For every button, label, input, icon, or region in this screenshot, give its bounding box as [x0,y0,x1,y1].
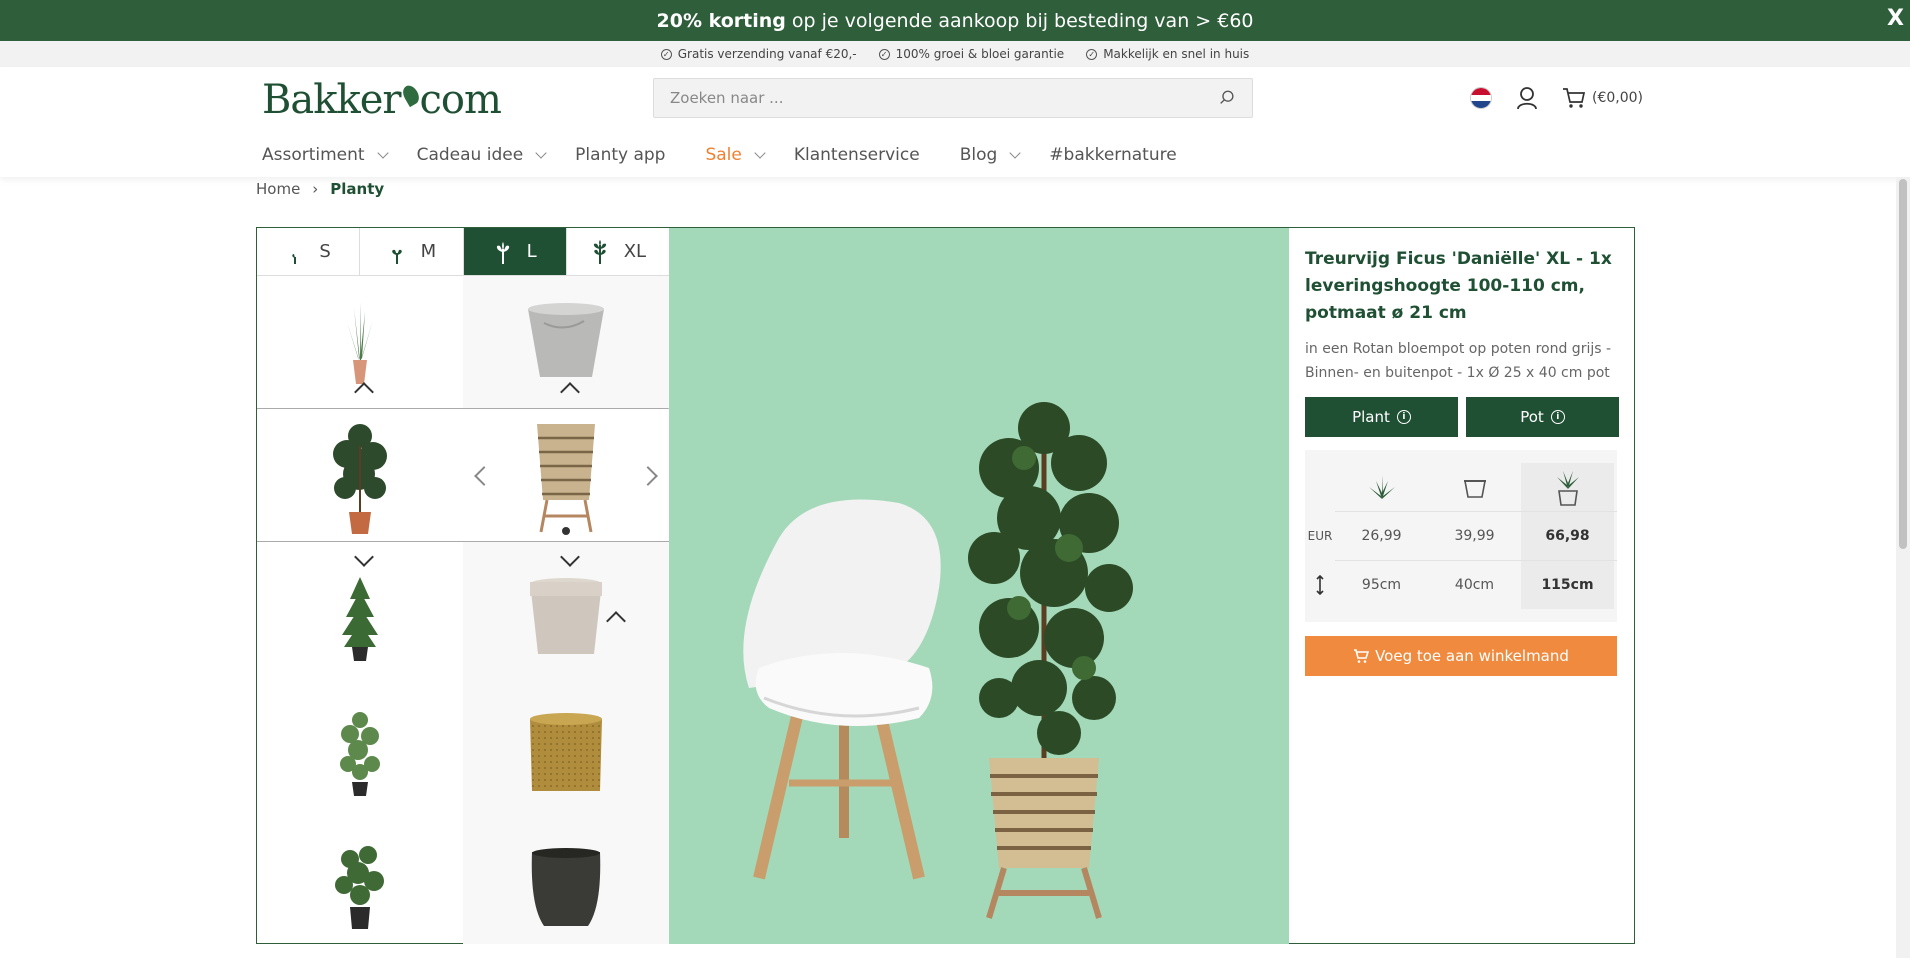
hero-product-image [669,228,1289,944]
size-tabs: S M L XL [257,228,669,276]
cart-total: (€0,00) [1592,90,1644,106]
check-icon: ✓ [1086,48,1098,60]
promo-text: 20% korting op je volgende aankoop bij b… [657,10,1254,32]
plant-thumbnail[interactable] [257,563,463,673]
cart-icon [1563,88,1586,108]
nav-item-assortiment[interactable]: Assortiment [262,145,389,165]
usp-bar: ✓ Gratis verzending vanaf €20,- ✓ 100% gro… [0,41,1910,67]
search-input[interactable] [670,89,1218,107]
size-tab-s[interactable]: S [257,228,361,275]
plant-pot-buttons: Plant i Pot i [1305,397,1619,437]
height-row: 95cm 40cm 115cm [1305,561,1617,609]
pot-height: 40cm [1454,577,1495,593]
close-promo-button[interactable]: X [1887,6,1904,31]
logo-text: Bakker [262,77,402,123]
site-header: Bakker com (€0,00) Assortiment Cadeau ide… [0,67,1910,177]
pot-thumbnail[interactable] [463,698,669,808]
cart-add-icon [1354,649,1370,663]
pot-price: 39,99 [1454,528,1495,544]
usp-item: ✓ 100% groei & bloei garantie [878,47,1065,61]
selected-combination-row [257,408,669,542]
pot-thumbnail[interactable] [463,563,669,673]
logo[interactable]: Bakker com [262,77,502,123]
plant-price: 26,99 [1361,528,1402,544]
price-table-header [1305,463,1617,511]
pot-icon [1428,463,1521,511]
info-icon: i [1396,410,1411,424]
breadcrumb: Home › Planty [256,180,384,198]
sprout-icon [593,239,606,264]
product-info-panel: Treurvijg Ficus 'Daniëlle' XL - 1x lever… [1289,228,1635,944]
total-price: 66,98 [1521,512,1614,560]
chevron-down-icon [1009,146,1021,159]
planty-configurator: S M L XL Treurvijg Ficus 'Daniëlle' XL -… [256,227,1635,944]
nav-item-planty-app[interactable]: Planty app [575,145,665,165]
check-icon: ✓ [878,48,890,60]
carousel-dot-active[interactable] [562,527,570,535]
add-to-cart-button[interactable]: Voeg toe aan winkelmand [1305,636,1617,676]
promo-highlight: 20% korting [656,9,786,32]
usp-label: 100% groei & bloei garantie [895,47,1065,61]
chevron-down-icon [535,146,547,159]
chevron-down-icon [376,146,389,159]
sprout-icon [496,241,509,264]
promo-rest: op je volgende aankoop bij besteding van… [785,9,1254,32]
sprout-icon [292,253,297,264]
height-arrow-icon [1305,561,1335,609]
nav-item-klantenservice[interactable]: Klantenservice [794,145,920,165]
plant-icon [1335,463,1428,511]
usp-label: Gratis verzending vanaf €20,- [677,47,857,61]
search-icon[interactable] [1218,89,1236,107]
plant-in-pot-icon [1521,463,1614,511]
size-tab-m[interactable]: M [360,228,464,275]
pot-thumbnail[interactable] [463,298,669,388]
usp-item: ✓ Gratis verzending vanaf €20,- [660,47,857,61]
breadcrumb-separator-icon: › [312,180,319,198]
size-tab-xl[interactable]: XL [567,228,669,275]
plant-thumbnail[interactable] [257,833,463,943]
logo-text: com [419,77,502,123]
chair-and-plant-illustration [743,402,1133,919]
product-description: in een Rotan bloempot op poten rond grij… [1305,341,1612,381]
nav-item-sale[interactable]: Sale [705,145,766,165]
size-tab-l[interactable]: L [463,228,567,275]
account-icon[interactable] [1516,86,1538,110]
promo-banner: 20% korting op je volgende aankoop bij b… [0,0,1910,41]
price-row: EUR 26,99 39,99 66,98 [1305,512,1617,560]
nav-item-blog[interactable]: Blog [960,145,1021,165]
breadcrumb-current: Planty [330,180,385,198]
check-icon: ✓ [660,48,672,60]
sprout-icon [391,249,402,264]
usp-label: Makkelijk en snel in huis [1103,47,1250,61]
currency-label: EUR [1307,529,1333,543]
netherlands-flag-icon[interactable] [1470,87,1492,109]
scrollbar-thumb[interactable] [1899,179,1907,549]
pot-info-button[interactable]: Pot i [1466,397,1619,437]
nav-item-bakkernature[interactable]: #bakkernature [1049,145,1176,165]
product-title: Treurvijg Ficus 'Daniëlle' XL - 1x lever… [1305,249,1612,323]
header-actions: (€0,00) [1470,86,1643,110]
breadcrumb-home[interactable]: Home [256,180,300,198]
plant-thumbnail[interactable] [257,298,463,388]
plant-thumbnail[interactable] [257,414,463,538]
search-bar [653,78,1253,118]
main-nav: Assortiment Cadeau idee Planty app Sale … [262,145,1207,165]
price-table: EUR 26,99 39,99 66,98 95cm 40cm 115cm [1305,450,1617,622]
plant-thumbnail[interactable] [257,698,463,808]
plant-info-button[interactable]: Plant i [1305,397,1458,437]
leaf-icon [399,82,422,108]
total-height: 115cm [1521,561,1614,609]
usp-item: ✓ Makkelijk en snel in huis [1086,47,1249,61]
info-icon: i [1550,410,1565,424]
plant-height: 95cm [1361,577,1402,593]
nav-item-cadeau-idee[interactable]: Cadeau idee [417,145,547,165]
cart-button[interactable]: (€0,00) [1562,87,1643,109]
chevron-down-icon [754,146,766,159]
page-scrollbar[interactable] [1896,177,1910,958]
pot-thumbnail[interactable] [463,833,669,943]
